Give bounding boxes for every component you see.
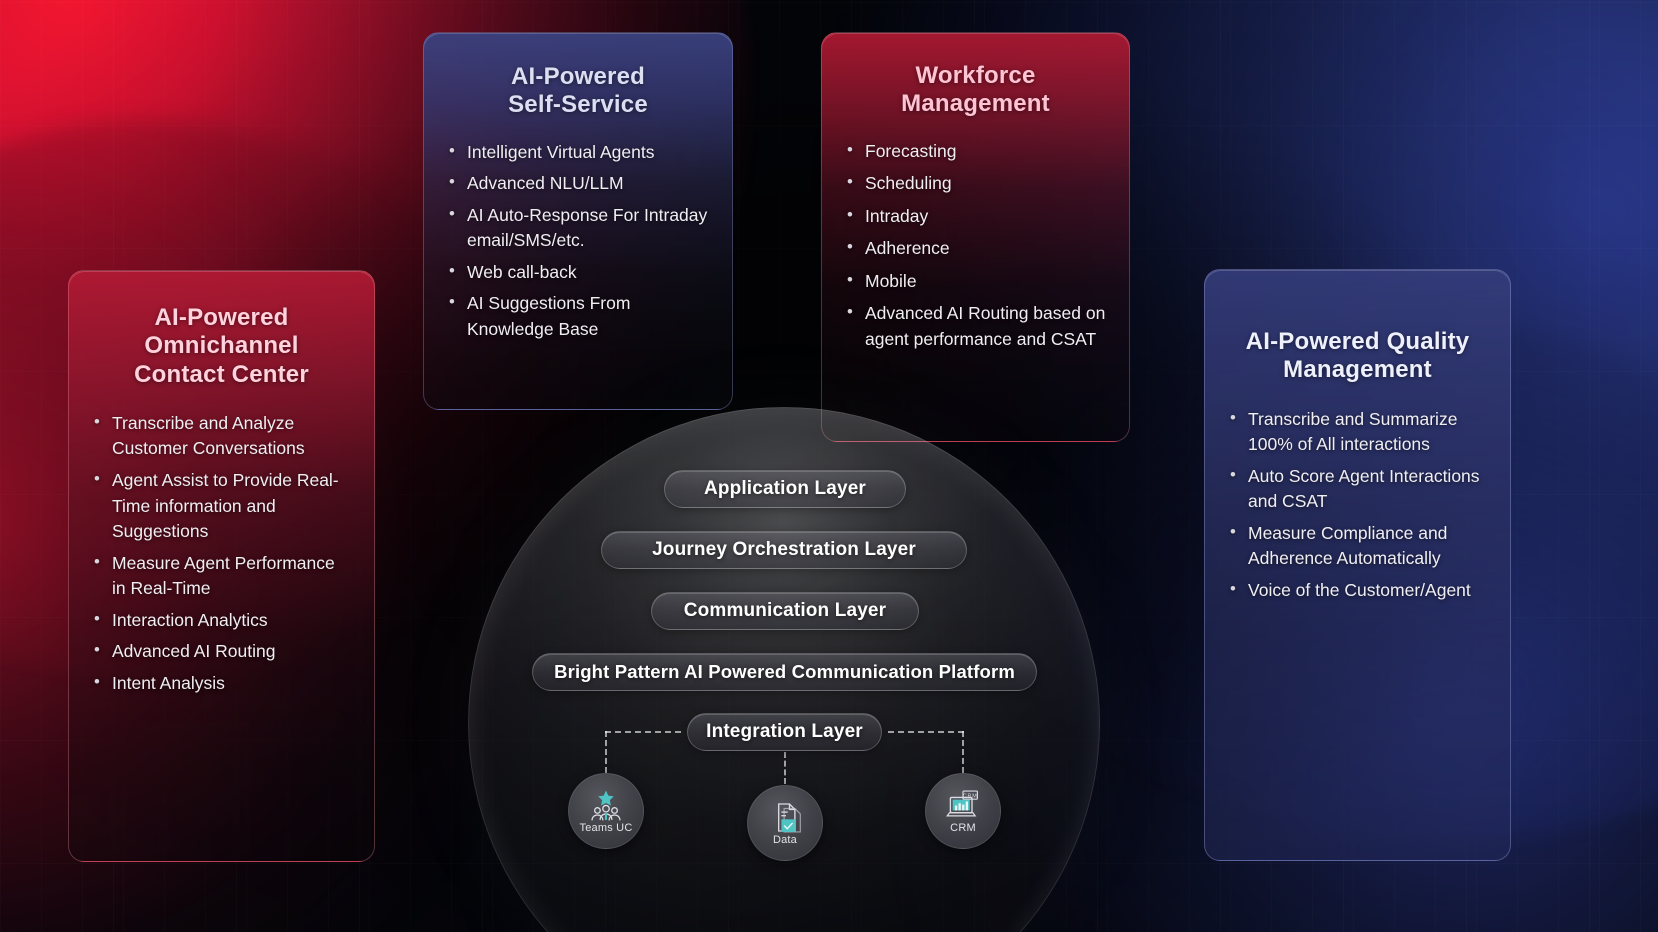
- layer-journey-orchestration: Journey Orchestration Layer: [601, 531, 967, 569]
- card-quality-management-title: AI-Powered Quality Management: [1245, 328, 1470, 384]
- integration-node-data-label: Data: [772, 833, 798, 846]
- list-item: Measure Compliance and Adherence Automat…: [1227, 520, 1488, 572]
- connector-integration-to-crm-horizontal: [888, 731, 964, 733]
- card-self-service: AI-Powered Self-Service Intelligent Virt…: [423, 32, 733, 410]
- list-item: Advanced AI Routing: [91, 638, 352, 665]
- card-omnichannel-bullet-list: Transcribe and Analyze Customer Conversa…: [91, 410, 352, 697]
- list-item: Agent Assist to Provide Real-Time inform…: [91, 467, 352, 545]
- layer-application: Application Layer: [664, 470, 906, 508]
- list-item: Voice of the Customer/Agent: [1227, 577, 1488, 604]
- list-item: Auto Score Agent Interactions and CSAT: [1227, 463, 1488, 515]
- list-item: Mobile: [844, 268, 1107, 295]
- list-item: Advanced NLU/LLM: [446, 170, 710, 197]
- list-item: Transcribe and Summarize 100% of All int…: [1227, 406, 1488, 458]
- integration-node-teams-uc[interactable]: Teams UC: [568, 773, 644, 849]
- integration-node-data[interactable]: Data: [747, 785, 823, 861]
- list-item: Intelligent Virtual Agents: [446, 139, 710, 166]
- layer-integration: Integration Layer: [687, 713, 882, 751]
- card-quality-management-bullet-list: Transcribe and Summarize 100% of All int…: [1227, 406, 1488, 604]
- people-star-icon: [591, 790, 621, 820]
- layer-communication: Communication Layer: [651, 592, 919, 630]
- connector-integration-to-data-vertical: [784, 752, 786, 784]
- connector-integration-to-crm-vertical: [962, 731, 964, 773]
- integration-node-teams-uc-label: Teams UC: [579, 821, 633, 834]
- documents-check-icon: [778, 802, 801, 832]
- laptop-chart-icon: CRM: [946, 790, 978, 816]
- list-item: Intent Analysis: [91, 670, 352, 697]
- card-workforce-management-bullet-list: Forecasting Scheduling Intraday Adherenc…: [844, 138, 1107, 353]
- integration-node-crm[interactable]: CRM CRM: [925, 773, 1001, 849]
- list-item: Measure Agent Performance in Real-Time: [91, 550, 352, 602]
- integration-node-crm-label: CRM: [950, 821, 976, 834]
- diagram-canvas: AI-Powered Omnichannel Contact Center Tr…: [0, 0, 1658, 932]
- list-item: Forecasting: [844, 138, 1107, 165]
- list-item: Transcribe and Analyze Customer Conversa…: [91, 410, 352, 462]
- card-self-service-bullet-list: Intelligent Virtual Agents Advanced NLU/…: [446, 139, 710, 343]
- card-omnichannel-contact-center: AI-Powered Omnichannel Contact Center Tr…: [68, 270, 375, 862]
- svg-text:CRM: CRM: [963, 793, 978, 799]
- card-workforce-management-title: Workforce Management: [901, 62, 1050, 118]
- list-item: Interaction Analytics: [91, 607, 352, 634]
- list-item: Web call-back: [446, 259, 710, 286]
- card-workforce-management: Workforce Management Forecasting Schedul…: [821, 32, 1130, 442]
- connector-integration-to-teams-vertical: [605, 731, 607, 773]
- list-item: AI Suggestions From Knowledge Base: [446, 290, 710, 342]
- card-omnichannel-title: AI-Powered Omnichannel Contact Center: [134, 304, 309, 388]
- list-item: AI Auto-Response For Intraday email/SMS/…: [446, 202, 710, 254]
- connector-integration-to-teams-horizontal: [605, 731, 681, 733]
- card-quality-management: AI-Powered Quality Management Transcribe…: [1204, 269, 1511, 861]
- card-self-service-title: AI-Powered Self-Service: [508, 63, 648, 119]
- list-item: Scheduling: [844, 170, 1107, 197]
- list-item: Intraday: [844, 203, 1107, 230]
- list-item: Advanced AI Routing based on agent perfo…: [844, 300, 1107, 352]
- layer-bright-pattern-platform: Bright Pattern AI Powered Communication …: [532, 653, 1037, 691]
- list-item: Adherence: [844, 235, 1107, 262]
